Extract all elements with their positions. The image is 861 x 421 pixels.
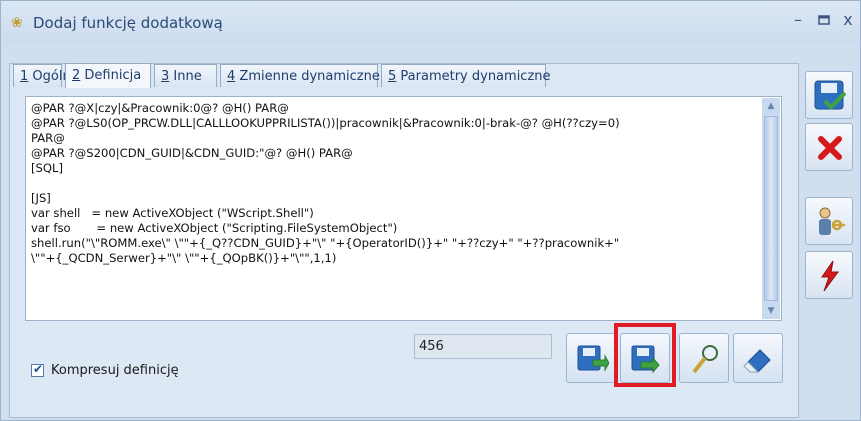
definition-editor[interactable]: @PAR ?@X|czy|&Pracownik:0@? @H() PAR@ @P…	[25, 96, 782, 321]
save-button[interactable]	[805, 71, 853, 119]
title-bar: ❀ Dodaj funkcję dodatkową – x	[1, 1, 860, 43]
tab-label: Inne	[169, 69, 202, 84]
compress-checkbox-label: Kompresuj definicję	[51, 363, 179, 378]
close-button[interactable]: x	[839, 11, 857, 29]
dialog-window: ❀ Dodaj funkcję dodatkową – x 1 Ogólne 2…	[0, 0, 861, 421]
save-icon	[814, 80, 847, 110]
compress-checkbox[interactable]: ✔	[31, 362, 44, 377]
cancel-icon	[818, 136, 842, 160]
tab-zmienne-dynamiczne[interactable]: 4 Zmienne dynamiczne	[220, 64, 380, 87]
tab-ogolne[interactable]: 1 Ogólne	[13, 64, 79, 87]
window-title: Dodaj funkcję dodatkową	[33, 14, 223, 32]
tab-label: Zmienne dynamiczne	[235, 69, 380, 84]
number-field[interactable]: 456	[414, 334, 552, 359]
cancel-button[interactable]	[805, 123, 853, 171]
import-icon	[577, 345, 609, 372]
export-button[interactable]	[620, 333, 670, 383]
search-button[interactable]	[679, 333, 729, 383]
run-button[interactable]	[805, 251, 853, 299]
definition-code[interactable]: @PAR ?@X|czy|&Pracownik:0@? @H() PAR@ @P…	[31, 101, 751, 266]
maximize-icon	[818, 15, 830, 25]
tab-parametry-dynamiczne[interactable]: 5 Parametry dynamiczne	[381, 64, 551, 87]
tab-definicja[interactable]: 2 Definicja	[65, 63, 151, 89]
lightning-icon	[821, 260, 839, 292]
minimize-button[interactable]: –	[789, 11, 807, 29]
maximize-button[interactable]	[815, 11, 833, 29]
tab-inne[interactable]: 3 Inne	[154, 64, 217, 87]
scroll-thumb[interactable]	[764, 116, 778, 301]
eraser-icon	[743, 349, 771, 373]
checkmark-icon: ✔	[33, 362, 44, 376]
vertical-scrollbar[interactable]: ▲ ▼	[762, 98, 780, 319]
import-button[interactable]	[566, 333, 616, 383]
clear-button[interactable]	[733, 333, 783, 383]
user-permissions-button[interactable]	[805, 197, 853, 245]
user-key-icon	[819, 207, 845, 235]
export-icon	[631, 345, 660, 374]
scroll-down-icon[interactable]: ▼	[762, 303, 780, 319]
tab-label: Parametry dynamiczne	[396, 69, 551, 84]
magnifier-icon	[692, 345, 718, 374]
glasses-icon: ❀	[11, 15, 23, 31]
scroll-up-icon[interactable]: ▲	[762, 98, 780, 114]
tab-label: Definicja	[80, 68, 142, 83]
